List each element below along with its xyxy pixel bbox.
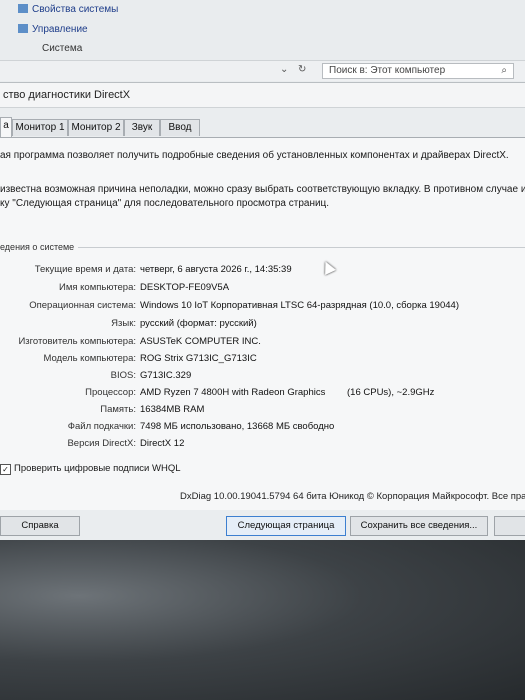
tab-system[interactable]: а [0,117,12,137]
intro-text-1: ая программа позволяет получить подробны… [0,150,509,161]
address-bar: ⌄ ↻ Поиск в: Этот компьютер ⌕ [0,60,525,81]
info-row-memory: Память: 16384MB RAM [100,404,205,415]
info-row-manufacturer: Изготовитель компьютера: ASUSTeK COMPUTE… [18,336,261,347]
link-management[interactable]: Управление [18,24,88,35]
chevron-down-icon[interactable]: ⌄ [280,64,288,75]
refresh-icon[interactable]: ↻ [298,64,306,75]
info-row-computer-name: Имя компьютера: DESKTOP-FE09V5A [59,282,230,293]
group-divider [78,247,525,248]
whql-checkbox[interactable]: ✓ Проверить цифровые подписи WHQL [0,463,181,475]
intro-text-3: ку "Следующая страница" для последовател… [0,198,330,209]
tab-monitor-1[interactable]: Монитор 1 [12,119,68,136]
info-row-page-file: Файл подкачки: 7498 МБ использовано, 136… [67,421,335,432]
tab-monitor-2[interactable]: Монитор 2 [68,119,124,136]
dxdiag-window: ство диагностики DirectX а Монитор 1 Мон… [0,83,525,545]
info-row-datetime: Текущие время и дата: четверг, 6 августа… [34,264,292,275]
link-system-properties[interactable]: Свойства системы [18,4,118,15]
exit-button[interactable] [494,516,525,536]
shield-icon [18,4,28,13]
info-row-language: Язык: русский (формат: русский) [111,318,257,329]
system-tab-panel: ая программа позволяет получить подробны… [0,137,525,510]
save-all-button[interactable]: Сохранить все сведения... [350,516,488,536]
desk-surface [0,540,525,700]
checkmark-icon[interactable]: ✓ [0,464,11,475]
tab-input[interactable]: Ввод [160,119,200,136]
info-row-directx: Версия DirectX: DirectX 12 [67,438,185,449]
info-row-model: Модель компьютера: ROG Strix G713IC_G713… [43,353,257,364]
window-title: ство диагностики DirectX [0,83,525,108]
search-icon: ⌕ [501,65,507,76]
explorer-window: Свойства системы Управление Система ⌄ ↻ … [0,0,525,83]
help-button[interactable]: Справка [0,516,80,536]
section-label: Система [42,43,83,54]
version-line: DxDiag 10.00.19041.5794 64 бита Юникод ©… [180,491,525,502]
tab-sound[interactable]: Звук [124,119,160,136]
intro-text-2: известна возможная причина неполадки, мо… [0,184,525,195]
info-row-os: Операционная система: Windows 10 IoT Кор… [29,300,459,311]
system-info-group-title: едения о системе [0,242,75,252]
shield-icon [18,24,28,33]
info-row-processor: Процессор: AMD Ryzen 7 4800H with Radeon… [85,387,435,398]
info-row-bios: BIOS: G713IC.329 [110,370,192,381]
search-input[interactable]: Поиск в: Этот компьютер ⌕ [322,63,514,79]
next-page-button[interactable]: Следующая страница [226,516,346,536]
